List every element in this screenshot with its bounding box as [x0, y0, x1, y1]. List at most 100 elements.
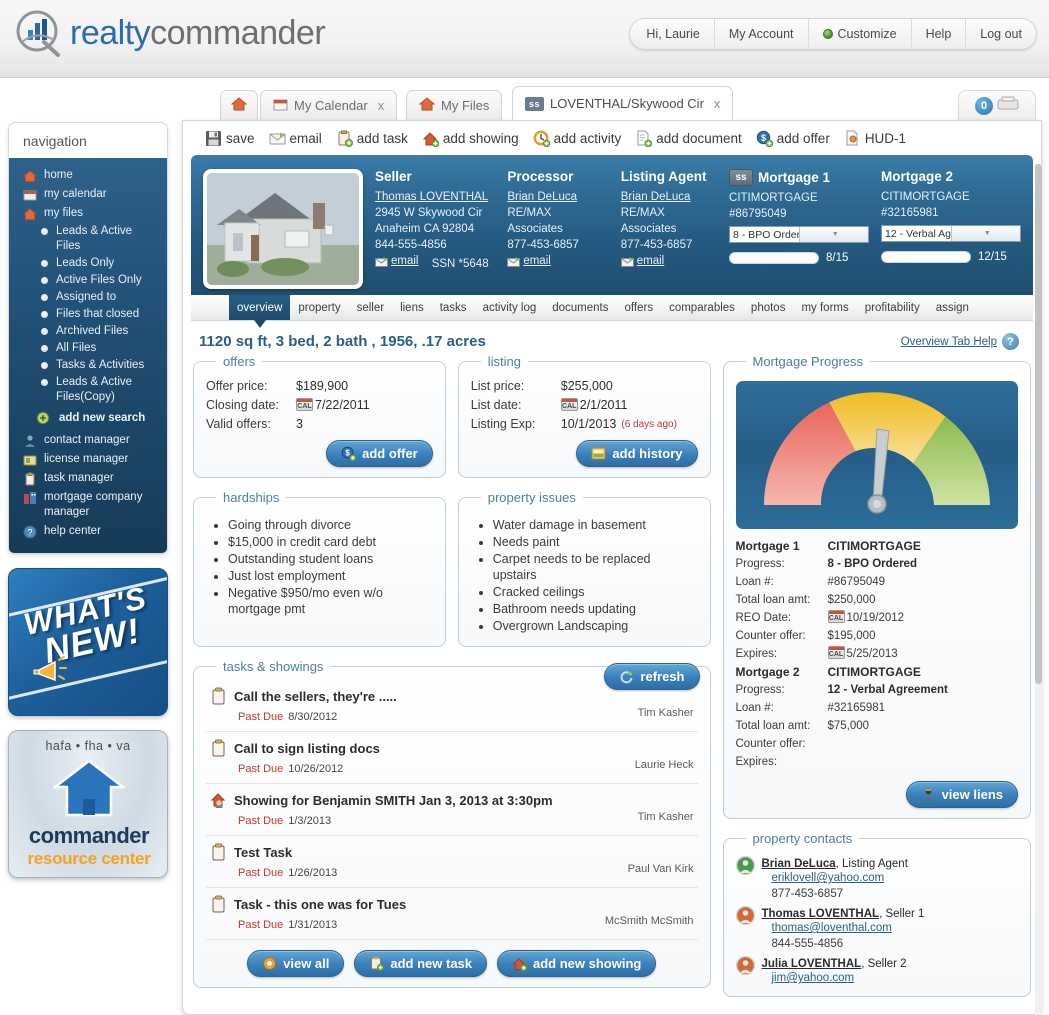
seller-name-link[interactable]: Thomas LOVENTHAL: [375, 191, 488, 203]
calendar-icon[interactable]: CAL: [560, 398, 578, 411]
mortgage2-status-select[interactable]: 12 - Verbal Agreement ▼: [881, 225, 1022, 242]
contact-email[interactable]: eriklovell@yahoo.com: [762, 872, 908, 884]
sidebar-item-task-manager[interactable]: task manager: [9, 469, 167, 488]
mortgage1-status-select[interactable]: 8 - BPO Ordered ▼: [729, 226, 870, 243]
hud-icon: [844, 130, 861, 147]
tab-profitability[interactable]: profitability: [857, 295, 928, 320]
seller-email-label[interactable]: email: [391, 253, 418, 269]
list-date-label: List date:: [470, 398, 522, 412]
processor-email-link[interactable]: email: [507, 253, 551, 269]
sidebar-item-archived-files[interactable]: Archived Files: [9, 323, 167, 340]
add-activity-button[interactable]: add activity: [533, 130, 621, 148]
tab-overview[interactable]: overview: [229, 295, 291, 328]
promo-whats-new[interactable]: WHAT'S NEW!: [8, 568, 168, 716]
table-row[interactable]: Call to sign listing docs Past Due 10/26/…: [206, 732, 698, 784]
top-nav-my-account[interactable]: My Account: [715, 19, 809, 49]
table-row[interactable]: Task - this one was for Tues Past Due 1/3…: [206, 888, 698, 940]
tab-tray[interactable]: 0: [958, 90, 1036, 120]
sidebar-item-license-manager[interactable]: license manager: [9, 450, 167, 469]
add-new-showing-button[interactable]: add new showing: [497, 950, 657, 977]
listing-agent-name-link[interactable]: Brian DeLuca: [621, 191, 691, 203]
brand-logo[interactable]: realtycommander: [14, 8, 326, 58]
sidebar-item-home[interactable]: home: [9, 166, 167, 185]
tab-property[interactable]: property: [290, 295, 348, 320]
sidebar-item-help-center[interactable]: ? help center: [9, 522, 167, 541]
sidebar-item-my-calendar[interactable]: my calendar: [9, 185, 167, 204]
calendar-icon[interactable]: CAL: [827, 610, 845, 623]
tab-assign[interactable]: assign: [928, 295, 977, 320]
hud-1-button[interactable]: HUD-1: [844, 130, 906, 147]
tab-photos[interactable]: photos: [743, 295, 794, 320]
sidebar-item-leads-active-files-copy[interactable]: Leads & Active Files(Copy): [9, 374, 167, 406]
top-nav-logout[interactable]: Log out: [966, 19, 1036, 49]
tab-tasks[interactable]: tasks: [432, 295, 475, 320]
sidebar-item-mortgage-company-manager[interactable]: mortgage company manager: [9, 488, 167, 522]
property-photo-frame[interactable]: [203, 169, 363, 289]
add-document-button[interactable]: add document: [635, 130, 742, 148]
top-nav-greeting[interactable]: Hi, Laurie: [630, 19, 715, 49]
add-offer-button[interactable]: $ add offer: [326, 440, 433, 467]
sidebar-item-leads-active-files[interactable]: Leads & Active Files: [9, 223, 167, 255]
tab-close-icon[interactable]: x: [378, 98, 385, 113]
offer-price-label: Offer price:: [206, 379, 268, 393]
tab-seller[interactable]: seller: [349, 295, 392, 320]
tab-activity-log[interactable]: activity log: [475, 295, 545, 320]
contact-email[interactable]: thomas@loventhal.com: [762, 922, 925, 934]
tab-loventhal-skywood[interactable]: ss LOVENTHAL/Skywood Cir x: [512, 86, 734, 120]
list-item[interactable]: Thomas LOVENTHAL, Seller 1 thomas@lovent…: [735, 904, 1019, 952]
sidebar-item-active-files-only[interactable]: Active Files Only: [9, 272, 167, 289]
contact-name[interactable]: Brian DeLuca: [762, 858, 836, 870]
refresh-button[interactable]: refresh: [604, 663, 700, 690]
tab-documents[interactable]: documents: [544, 295, 616, 320]
sidebar-item-contact-manager[interactable]: contact manager: [9, 431, 167, 450]
seller-email-link[interactable]: email: [375, 253, 418, 269]
tab-comparables[interactable]: comparables: [661, 295, 743, 320]
table-row[interactable]: Test Task Past Due 1/26/2013 Paul Van Kir…: [206, 836, 698, 888]
calendar-icon[interactable]: CAL: [296, 398, 313, 411]
tab-my-files[interactable]: My Files: [406, 90, 503, 120]
contact-name[interactable]: Thomas LOVENTHAL: [762, 908, 880, 920]
tab-close-icon[interactable]: x: [714, 96, 721, 111]
list-item: Outstanding student loans: [228, 551, 433, 567]
view-liens-button[interactable]: view liens: [905, 781, 1018, 808]
sidebar-item-my-files[interactable]: my files: [9, 204, 167, 223]
tab-home[interactable]: [220, 90, 258, 120]
task-status-wrap: Past Due 1/26/2013: [238, 863, 337, 881]
top-nav-customize[interactable]: Customize: [809, 19, 912, 49]
list-item[interactable]: Julia LOVENTHAL, Seller 2 jim@yahoo.com: [735, 954, 1019, 984]
processor-email-label[interactable]: email: [523, 253, 550, 269]
add-task-button[interactable]: add task: [336, 130, 408, 147]
sidebar-item-add-new-search[interactable]: add new search: [9, 410, 167, 427]
add-new-task-button[interactable]: add new task: [354, 950, 488, 977]
tab-liens[interactable]: liens: [392, 295, 432, 320]
add-offer-button[interactable]: $ add offer: [756, 130, 830, 148]
calendar-icon[interactable]: CAL: [827, 646, 845, 659]
tab-offers[interactable]: offers: [617, 295, 662, 320]
table-row[interactable]: Showing for Benjamin SMITH Jan 3, 2013 a…: [206, 784, 698, 836]
tab-my-forms[interactable]: my forms: [793, 295, 856, 320]
contact-name[interactable]: Julia LOVENTHAL: [762, 958, 862, 970]
sidebar-item-all-files[interactable]: All Files: [9, 340, 167, 357]
listing-agent-email-label[interactable]: email: [637, 253, 664, 269]
overview-tab-help-link[interactable]: Overview Tab Help ?: [901, 333, 1019, 350]
promo-resource-center[interactable]: hafa • fha • va commander resource cente…: [8, 730, 168, 878]
sidebar-item-files-that-closed[interactable]: Files that closed: [9, 306, 167, 323]
top-nav-help[interactable]: Help: [912, 19, 967, 49]
add-history-button[interactable]: add history: [576, 440, 698, 467]
processor-name-link[interactable]: Brian DeLuca: [507, 191, 577, 203]
sidebar-item-tasks-activities[interactable]: Tasks & Activities: [9, 357, 167, 374]
mortgage2-lender: CITIMORTGAGE: [881, 191, 970, 203]
add-showing-button[interactable]: add showing: [422, 130, 519, 148]
sidebar-item-leads-only[interactable]: Leads Only: [9, 255, 167, 272]
vertical-scrollbar[interactable]: [1035, 164, 1042, 1015]
tab-my-calendar[interactable]: My Calendar x: [260, 90, 398, 120]
list-item[interactable]: Brian DeLuca, Listing Agent eriklovell@y…: [735, 854, 1019, 902]
scrollbar-thumb[interactable]: [1035, 164, 1042, 684]
email-button[interactable]: email: [269, 130, 322, 147]
listing-agent-email-link[interactable]: email: [620, 253, 664, 269]
save-button[interactable]: save: [205, 130, 255, 147]
view-all-button[interactable]: view all: [247, 950, 345, 977]
top-navigation: Hi, Laurie My Account Customize Help Log…: [629, 18, 1037, 50]
contact-email[interactable]: jim@yahoo.com: [762, 972, 907, 984]
sidebar-item-assigned-to[interactable]: Assigned to: [9, 289, 167, 306]
